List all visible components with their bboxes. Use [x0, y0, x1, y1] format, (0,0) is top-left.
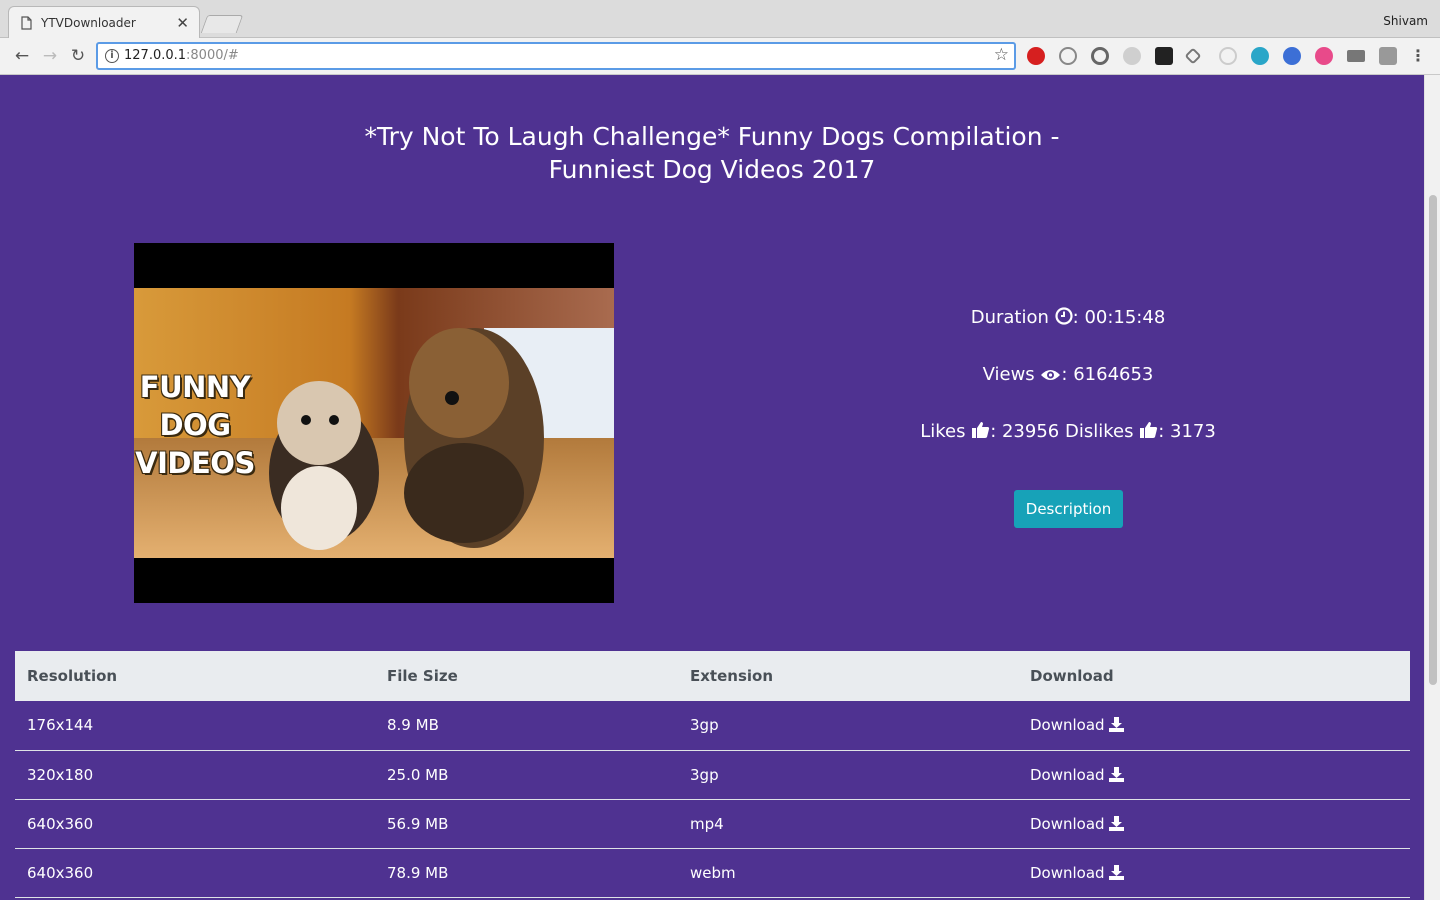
scrollbar-thumb[interactable]: [1429, 195, 1437, 685]
table-row: 320x180 25.0 MB 3gp Download: [15, 750, 1410, 800]
thumbs-up-icon: [972, 422, 990, 438]
back-icon[interactable]: ←: [12, 46, 32, 66]
extension-icon[interactable]: [1219, 47, 1237, 65]
extension-icon[interactable]: [1059, 47, 1077, 65]
extension-cell: 3gp: [678, 750, 1018, 800]
document-icon: [21, 16, 32, 30]
table-row: 640x360 56.9 MB mp4 Download: [15, 799, 1410, 849]
eyedropper-extension-icon[interactable]: [1184, 47, 1202, 65]
views-line: Views : 6164653: [982, 364, 1154, 385]
download-icon: [1109, 766, 1125, 782]
close-icon[interactable]: ✕: [176, 14, 189, 32]
video-stats: Duration : 00:15:48 Views : 6164653 Like…: [868, 300, 1268, 471]
download-table: Resolution File Size Extension Download …: [15, 651, 1410, 898]
new-tab-button[interactable]: [200, 15, 244, 33]
browser-toolbar: ← → ↻ i 127.0.0.1:8000/# ☆ ⋮: [0, 38, 1440, 75]
download-cell: Download: [1018, 848, 1410, 898]
download-link[interactable]: Download: [1030, 766, 1125, 784]
tab-title: YTVDownloader: [41, 16, 136, 30]
amazon-extension-icon[interactable]: [1155, 47, 1173, 65]
file-size-cell: 25.0 MB: [375, 750, 678, 800]
file-size-cell: 56.9 MB: [375, 799, 678, 849]
extension-icon[interactable]: [1347, 50, 1365, 62]
download-icon: [1109, 815, 1125, 831]
table-row: 176x144 8.9 MB 3gp Download: [15, 701, 1410, 751]
views-label: Views: [982, 364, 1035, 385]
duration-value: 00:15:48: [1084, 307, 1166, 328]
address-bar[interactable]: i 127.0.0.1:8000/# ☆: [96, 42, 1016, 70]
column-header-download: Download: [1018, 651, 1410, 701]
browser-tab-strip: YTVDownloader ✕ Shivam: [0, 0, 1440, 39]
adblock-extension-icon[interactable]: [1027, 47, 1045, 65]
video-title: *Try Not To Laugh Challenge* Funny Dogs …: [364, 122, 1060, 184]
table-row: 640x360 78.9 MB webm Download: [15, 848, 1410, 898]
dislikes-value: 3173: [1170, 421, 1216, 442]
duration-line: Duration : 00:15:48: [970, 307, 1166, 328]
likes-line: Likes : 23956 Dislikes : 3173: [920, 421, 1216, 442]
download-cell: Download: [1018, 799, 1410, 849]
resolution-cell: 640x360: [15, 799, 375, 849]
video-thumbnail: FUNNY DOG VIDEOS: [134, 243, 614, 603]
thumbnail-caption: FUNNY DOG VIDEOS: [135, 370, 255, 480]
menu-icon[interactable]: ⋮: [1410, 46, 1426, 65]
resolution-cell: 320x180: [15, 750, 375, 800]
extension-icon[interactable]: [1123, 47, 1141, 65]
browser-tab[interactable]: YTVDownloader ✕: [8, 6, 200, 39]
forward-icon[interactable]: →: [40, 46, 60, 66]
extension-icon[interactable]: [1283, 47, 1301, 65]
dislikes-label: Dislikes: [1064, 421, 1134, 442]
resolution-cell: 640x360: [15, 848, 375, 898]
clock-icon: [1055, 307, 1073, 325]
download-link[interactable]: Download: [1030, 815, 1125, 833]
likes-value: 23956: [1001, 421, 1060, 442]
download-cell: Download: [1018, 750, 1410, 800]
url-text[interactable]: 127.0.0.1:8000/#: [124, 48, 239, 63]
download-link[interactable]: Download: [1030, 864, 1125, 882]
likes-label: Likes: [920, 421, 966, 442]
resolution-cell: 176x144: [15, 701, 375, 751]
column-header-extension: Extension: [678, 651, 1018, 701]
table-header-row: Resolution File Size Extension Download: [15, 651, 1410, 701]
extension-icon[interactable]: [1315, 47, 1333, 65]
extension-cell: 3gp: [678, 701, 1018, 751]
extension-icon[interactable]: [1091, 47, 1109, 65]
description-button[interactable]: Description: [1014, 490, 1123, 528]
extension-icon[interactable]: [1379, 47, 1397, 65]
download-cell: Download: [1018, 701, 1410, 751]
eye-icon: [1041, 370, 1061, 380]
star-icon[interactable]: ☆: [994, 45, 1009, 65]
download-link[interactable]: Download: [1030, 716, 1125, 734]
extension-cell: webm: [678, 848, 1018, 898]
views-value: 6164653: [1073, 364, 1154, 385]
column-header-file-size: File Size: [375, 651, 678, 701]
download-icon: [1109, 717, 1125, 733]
page-scrollbar[interactable]: [1424, 75, 1440, 900]
reload-icon[interactable]: ↻: [68, 46, 88, 66]
file-size-cell: 78.9 MB: [375, 848, 678, 898]
download-icon: [1109, 864, 1125, 880]
thumbs-up-icon: [1140, 422, 1158, 438]
file-size-cell: 8.9 MB: [375, 701, 678, 751]
profile-name[interactable]: Shivam: [1383, 14, 1428, 28]
info-icon[interactable]: i: [105, 49, 119, 63]
extension-cell: mp4: [678, 799, 1018, 849]
column-header-resolution: Resolution: [15, 651, 375, 701]
extension-icon[interactable]: [1251, 47, 1269, 65]
duration-label: Duration: [970, 307, 1049, 328]
